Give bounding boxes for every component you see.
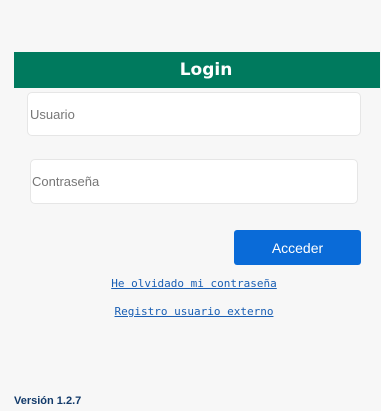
forgot-password-link[interactable]: He olvidado mi contraseña [0,277,381,290]
login-button[interactable]: Acceder [234,230,361,265]
register-external-user-link[interactable]: Registro usuario externo [0,305,381,318]
login-title: Login [14,52,380,88]
password-input[interactable] [30,159,358,204]
username-input[interactable] [27,92,361,136]
version-label: Versión 1.2.7 [14,395,82,407]
